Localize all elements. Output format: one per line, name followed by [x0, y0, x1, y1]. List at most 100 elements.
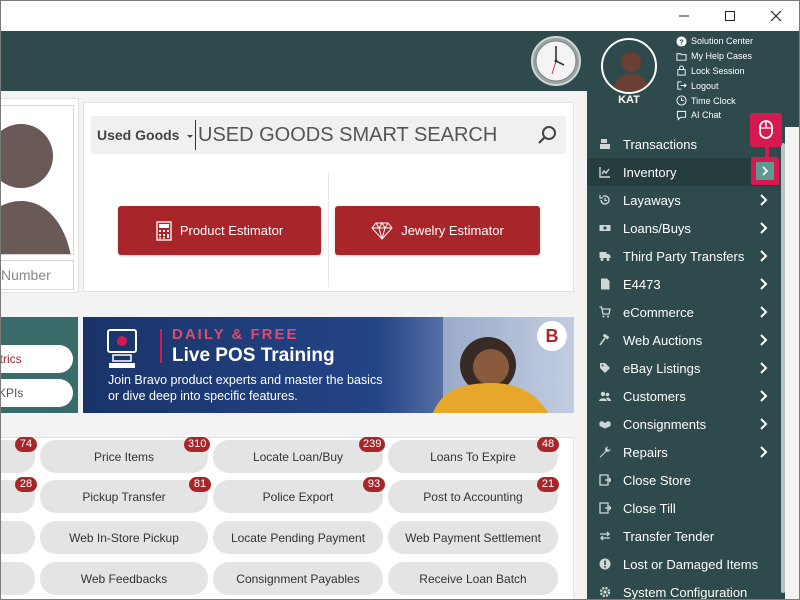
wrench-icon: [599, 446, 611, 458]
caret-down-icon: [187, 135, 194, 138]
quick-action-locate-loan-buy[interactable]: Locate Loan/Buy: [213, 440, 383, 473]
search-icon: [537, 126, 556, 144]
minimize-button[interactable]: [661, 1, 707, 31]
folder-icon: [676, 52, 687, 61]
product-estimator-button[interactable]: Product Estimator: [118, 206, 321, 255]
nav-item-repairs[interactable]: Repairs: [599, 438, 779, 466]
lock-session-link[interactable]: Lock Session: [676, 64, 753, 79]
nav-label: eCommerce: [623, 304, 694, 320]
count-badge: 81: [189, 477, 211, 492]
nav-item-lost-or-damaged-items[interactable]: Lost or Damaged Items: [599, 550, 779, 578]
nav-label: Transfer Tender: [623, 528, 715, 544]
search-button[interactable]: [527, 116, 566, 154]
avatar[interactable]: [601, 38, 657, 94]
count-badge: 28: [15, 477, 37, 492]
wall-clock-icon: [531, 36, 581, 86]
nav-item-web-auctions[interactable]: Web Auctions: [599, 326, 779, 354]
jewelry-estimator-label: Jewelry Estimator: [401, 223, 504, 238]
bravo-logo: B: [537, 321, 567, 351]
quick-action-post-to-accounting[interactable]: Post to Accounting: [388, 480, 558, 513]
ai-chat-link[interactable]: AI Chat: [676, 108, 753, 123]
nav-item-e4473[interactable]: E4473: [599, 270, 779, 298]
quick-action-partial[interactable]: [1, 521, 35, 554]
nav-item-ebay-listings[interactable]: eBay Listings: [599, 354, 779, 382]
cart-icon: [599, 306, 611, 318]
logout-label: Logout: [691, 80, 719, 91]
smart-search-input[interactable]: [195, 120, 525, 150]
quick-action-web-feedbacks[interactable]: Web Feedbacks: [40, 562, 208, 595]
product-estimator-label: Product Estimator: [179, 223, 284, 238]
nav-item-ecommerce[interactable]: eCommerce: [599, 298, 779, 326]
gear-icon: [599, 586, 611, 598]
chevron-right-icon: [760, 194, 768, 206]
solution-center-label: Solution Center: [691, 36, 754, 47]
expand-chevron-box: [756, 162, 774, 180]
quick-action-price-items[interactable]: Price Items: [40, 440, 208, 473]
nav-item-close-till[interactable]: Close Till: [599, 494, 779, 522]
count-badge: 239: [359, 437, 386, 452]
chevron-right-icon: [760, 390, 768, 402]
solution-center-link[interactable]: ? Solution Center: [676, 34, 753, 49]
customer-number-field[interactable]: Number: [1, 260, 74, 290]
quick-action-police-export[interactable]: Police Export: [213, 480, 383, 513]
username-label: KAT: [618, 94, 640, 106]
nav-item-layaways[interactable]: Layaways: [599, 186, 779, 214]
quick-action-label: Police Export: [262, 489, 334, 504]
alert-icon: [599, 558, 611, 570]
nav-item-close-store[interactable]: Close Store: [599, 466, 779, 494]
banner-accent-bar: [160, 329, 162, 363]
logout-link[interactable]: Logout: [676, 78, 753, 93]
time-clock-link[interactable]: Time Clock: [676, 93, 753, 108]
history-icon: [599, 195, 610, 205]
title-bar: [1, 1, 799, 31]
quick-action-partial[interactable]: [1, 562, 35, 595]
quick-action-web-payment-settlement[interactable]: Web Payment Settlement: [388, 521, 558, 554]
quick-action-receive-loan-batch[interactable]: Receive Loan Batch: [388, 562, 558, 595]
nav-item-third-party-transfers[interactable]: Third Party Transfers: [599, 242, 779, 270]
quick-action-loans-to-expire[interactable]: Loans To Expire: [388, 440, 558, 473]
nav-item-loans-buys[interactable]: Loans/Buys: [599, 214, 779, 242]
header-links: ? Solution Center My Help Cases Lock Ses…: [676, 34, 753, 123]
search-bar: Used Goods: [91, 116, 566, 154]
metrics-tab[interactable]: Metrics: [1, 345, 73, 373]
logout-icon: [677, 81, 687, 90]
nav-label: Web Auctions: [623, 332, 703, 348]
maximize-button[interactable]: [707, 1, 753, 31]
category-select[interactable]: Used Goods: [97, 116, 194, 154]
kpis-tab[interactable]: KPIs: [1, 379, 73, 407]
banner-line-1: Join Bravo product experts and master th…: [108, 373, 383, 387]
quick-action-pickup-transfer[interactable]: Pickup Transfer: [40, 480, 208, 513]
document-icon: [601, 278, 610, 290]
jewelry-estimator-button[interactable]: Jewelry Estimator: [335, 206, 540, 255]
my-help-cases-link[interactable]: My Help Cases: [676, 49, 753, 64]
app-window: KAT ? Solution Center My Help Cases Lock…: [0, 0, 800, 600]
nav-scrollbar-thumb[interactable]: [781, 143, 785, 593]
quick-action-label: Web In-Store Pickup: [69, 530, 179, 545]
chart-icon: [599, 167, 610, 178]
count-badge: 74: [15, 437, 37, 452]
nav-item-customers[interactable]: Customers: [599, 382, 779, 410]
nav-item-consignments[interactable]: Consignments: [599, 410, 779, 438]
clock-icon: [676, 95, 687, 106]
chevron-right-icon: [760, 418, 768, 430]
quick-action-locate-pending-payment[interactable]: Locate Pending Payment: [213, 521, 383, 554]
close-till-icon: [599, 502, 611, 514]
calculator-icon: [156, 220, 172, 241]
quick-action-consignment-payables[interactable]: Consignment Payables: [213, 562, 383, 595]
kpis-tab-label: KPIs: [0, 386, 24, 400]
lock-icon: [677, 65, 686, 77]
nav-label: E4473: [623, 276, 661, 292]
training-banner[interactable]: DAILY & FREE Live POS Training Join Brav…: [83, 317, 574, 413]
nav-label: System Configuration: [623, 584, 748, 600]
nav-label: Consignments: [623, 416, 707, 432]
chevron-right-icon: [760, 446, 768, 458]
inventory-expand-button[interactable]: [751, 157, 779, 185]
nav-item-system-configuration[interactable]: System Configuration: [599, 578, 779, 600]
close-button[interactable]: [753, 1, 799, 31]
quick-action-web-in-store-pickup[interactable]: Web In-Store Pickup: [40, 521, 208, 554]
my-help-cases-label: My Help Cases: [691, 51, 753, 62]
side-nav: Transactions Inventory Layaways Loans/Bu…: [587, 127, 785, 600]
nav-item-transfer-tender[interactable]: Transfer Tender: [599, 522, 779, 550]
nav-label: Layaways: [623, 192, 681, 208]
nav-label: Third Party Transfers: [623, 248, 745, 264]
